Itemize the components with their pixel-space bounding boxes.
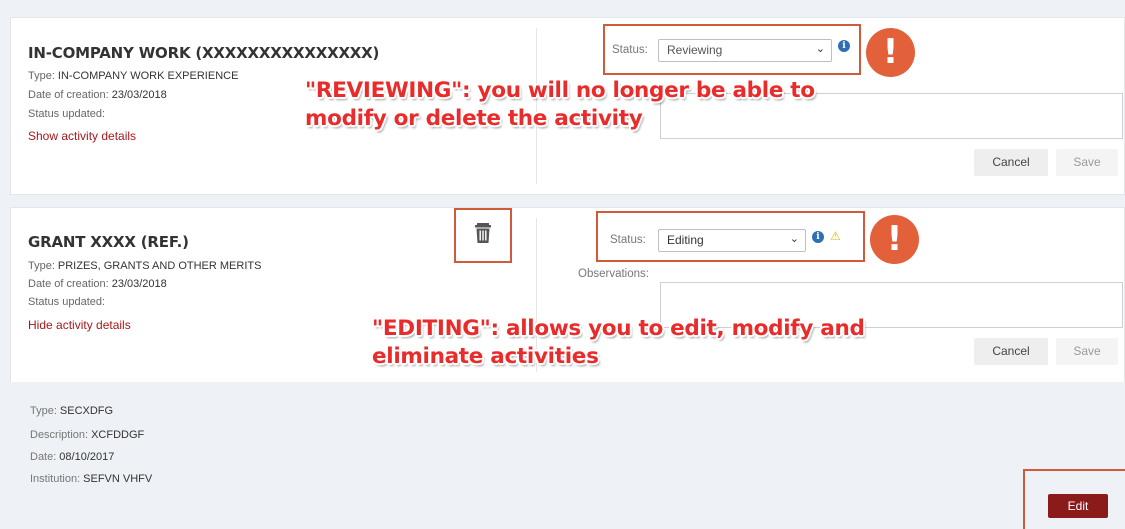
activity-date-created: Date of creation: 23/03/2018 bbox=[28, 278, 167, 290]
save-button[interactable]: Save bbox=[1056, 149, 1118, 176]
exclamation-alert-icon: ! bbox=[870, 215, 919, 264]
activity-title: GRANT XXXX (REF.) bbox=[28, 233, 189, 251]
observations-label: Observations: bbox=[578, 268, 649, 280]
activity-type: Type: PRIZES, GRANTS AND OTHER MERITS bbox=[28, 260, 262, 272]
page: IN-COMPANY WORK (XXXXXXXXXXXXXXX) Type: I… bbox=[0, 0, 1125, 529]
editing-annotation-line2: eliminate activities bbox=[372, 344, 599, 369]
detail-date: Date: 08/10/2017 bbox=[30, 451, 115, 463]
reviewing-annotation-line1: "REVIEWING": you will no longer be able … bbox=[305, 78, 815, 103]
highlight-box-status-editing bbox=[596, 211, 865, 262]
highlight-box-edit bbox=[1023, 469, 1125, 529]
activity-type: Type: IN-COMPANY WORK EXPERIENCE bbox=[28, 70, 239, 82]
detail-institution: Institution: SEFVN VHFV bbox=[30, 473, 153, 485]
activity-status-updated: Status updated: bbox=[28, 108, 106, 120]
highlight-box-trash bbox=[454, 208, 512, 263]
highlight-box-status-reviewing bbox=[603, 24, 861, 75]
save-button[interactable]: Save bbox=[1056, 338, 1118, 365]
cancel-button[interactable]: Cancel bbox=[974, 149, 1048, 176]
reviewing-annotation-line2: modify or delete the activity bbox=[305, 106, 643, 131]
activity-details-panel bbox=[10, 382, 1125, 529]
activity-title: IN-COMPANY WORK (XXXXXXXXXXXXXXX) bbox=[28, 44, 380, 62]
exclamation-alert-icon: ! bbox=[866, 28, 915, 77]
activity-date-created: Date of creation: 23/03/2018 bbox=[28, 89, 167, 101]
show-activity-details-link[interactable]: Show activity details bbox=[28, 129, 136, 143]
cancel-button[interactable]: Cancel bbox=[974, 338, 1048, 365]
detail-type: Type: SECXDFG bbox=[30, 405, 114, 417]
activity-status-updated: Status updated: bbox=[28, 296, 106, 308]
hide-activity-details-link[interactable]: Hide activity details bbox=[28, 318, 131, 332]
detail-description: Description: XCFDDGF bbox=[30, 429, 145, 441]
editing-annotation-line1: "EDITING": allows you to edit, modify an… bbox=[372, 316, 865, 341]
